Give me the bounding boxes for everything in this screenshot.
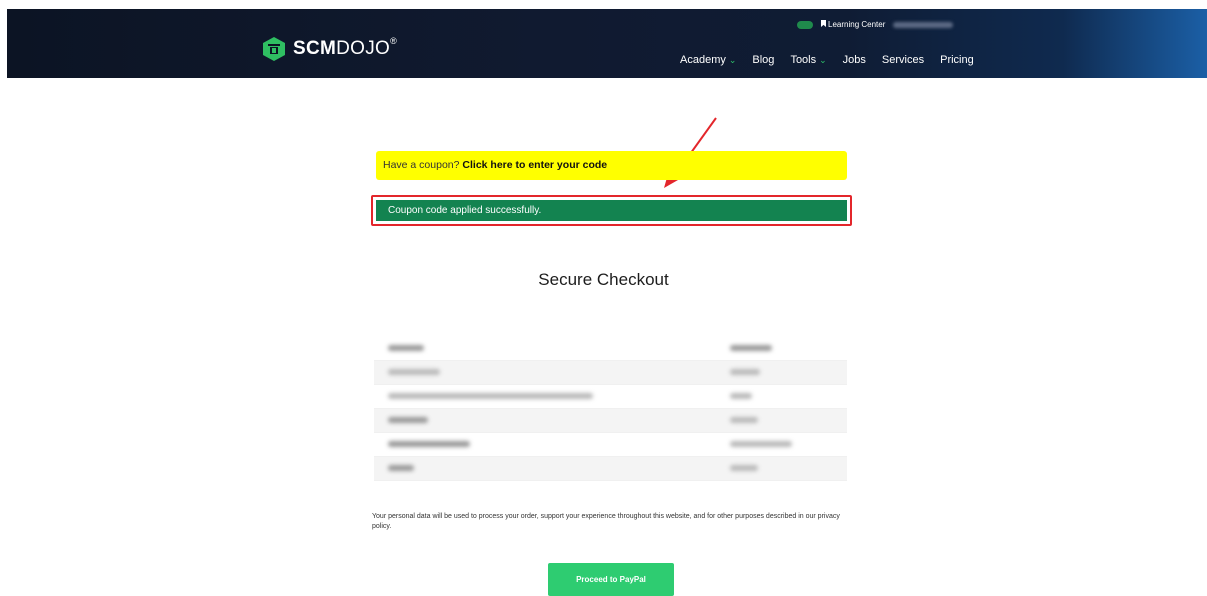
table-row xyxy=(374,385,847,409)
user-menu-blurred[interactable] xyxy=(893,21,954,28)
status-pill xyxy=(797,20,813,29)
nav-pricing[interactable]: Pricing xyxy=(940,54,974,66)
privacy-policy-text: Your personal data will be used to proce… xyxy=(372,513,840,530)
nav-services[interactable]: Services xyxy=(882,54,924,66)
chevron-down-icon: ⌄ xyxy=(819,55,827,65)
order-review-table-blurred xyxy=(374,337,847,499)
bookmark-icon xyxy=(821,20,826,27)
enter-coupon-link[interactable]: Click here to enter your code xyxy=(462,159,607,171)
coupon-prompt: Have a coupon? xyxy=(383,159,460,171)
proceed-to-paypal-button[interactable]: Proceed to PayPal xyxy=(548,563,674,596)
table-row xyxy=(374,457,847,481)
page-title: Secure Checkout xyxy=(538,270,669,289)
coupon-notice: Have a coupon? Click here to enter your … xyxy=(376,151,847,180)
table-row xyxy=(374,481,847,503)
nav-jobs[interactable]: Jobs xyxy=(843,54,866,66)
learning-center-link[interactable]: Learning Center xyxy=(821,20,885,29)
nav-blog[interactable]: Blog xyxy=(752,54,774,66)
chevron-down-icon: ⌄ xyxy=(728,55,737,65)
table-row xyxy=(374,433,847,457)
nav-academy[interactable]: Academy ⌄ xyxy=(680,54,736,66)
scmdojo-logo[interactable]: SCMDOJO® xyxy=(261,36,397,62)
nav-tools[interactable]: Tools ⌄ xyxy=(790,54,826,66)
logo-icon xyxy=(263,37,285,61)
logo-text: SCMDOJO® xyxy=(293,36,398,59)
top-utility-bar: Learning Center xyxy=(797,20,954,29)
main-nav: Academy ⌄ Blog Tools ⌄ Jobs Services Prici… xyxy=(680,54,974,66)
table-row xyxy=(374,337,847,361)
table-row xyxy=(374,361,847,385)
site-header: SCMDOJO® Learning Center Academy ⌄ Blog T… xyxy=(7,9,1207,78)
coupon-success-message: Coupon code applied successfully. xyxy=(376,200,847,221)
table-row xyxy=(374,409,847,433)
